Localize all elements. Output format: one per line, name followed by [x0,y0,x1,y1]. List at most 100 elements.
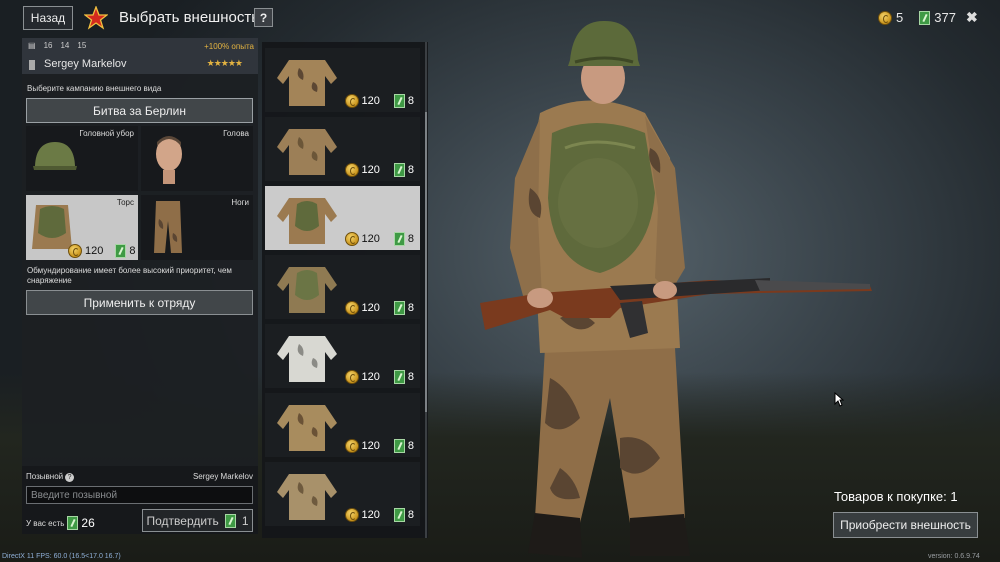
legs-icon [154,201,182,253]
price-gold: 120 [85,245,104,257]
apply-to-squad-button[interactable]: Применить к отряду [26,290,253,315]
price-tickets: 8 [407,302,414,314]
uniform-icon [277,474,337,520]
stat-3: 15 [77,41,87,50]
stat-2: 14 [60,41,70,50]
back-button[interactable]: Назад [23,6,73,30]
price-tickets: 8 [407,233,414,245]
price-tickets: 8 [129,245,136,257]
uniform-item[interactable]: 120 8 [265,393,420,457]
price-gold: 120 [361,233,380,245]
red-star-icon [84,6,108,30]
price-gold: 120 [361,440,380,452]
gold-coin-icon [344,163,359,177]
close-button[interactable]: ✖ [966,9,978,26]
xp-bonus: +100% опыта [204,42,254,51]
slot-label: Ноги [231,198,249,207]
uniform-item[interactable]: 120 8 [265,186,420,250]
ticket-icon [919,10,931,25]
callsign-panel: Позывной? Sergey Markelov У вас есть 26 … [22,466,258,534]
price-gold: 120 [361,509,380,521]
gold-coin-icon [68,244,82,258]
soldier-name: Sergey Markelov [44,58,127,70]
ticket-icon [393,232,405,246]
help-button[interactable]: ? [254,8,273,27]
item-price: 120 8 [344,232,414,246]
gold-coin-icon [344,232,359,246]
price-gold: 120 [361,302,380,314]
version-label: version: 0.6.9.74 [928,553,980,560]
items-to-purchase: Товаров к покупке: 1 [834,489,958,504]
callsign-current-name: Sergey Markelov [192,472,253,481]
confirm-label: Подтвердить [146,513,219,528]
ticket-icon [393,370,405,384]
item-price: 120 8 [344,370,414,384]
soldier-stats: ▤ 16 14 15 [28,41,86,50]
mouse-cursor-icon [834,392,844,407]
uniform-item[interactable]: 120 8 [265,324,420,388]
price-gold: 120 [361,371,380,383]
confirm-callsign-button[interactable]: Подтвердить 1 [142,509,253,532]
rank-icon [29,60,35,70]
callsign-balance: У вас есть 26 [26,516,95,530]
stat-1: 16 [43,41,53,50]
uniform-item[interactable]: 120 8 [265,462,420,526]
gold-coin-icon [344,439,359,453]
campaign-select[interactable]: Битва за Берлин [26,98,253,123]
info-icon[interactable]: ? [65,473,75,482]
item-price: 120 8 [344,94,414,108]
appearance-list: 120 8 120 8 120 8 120 8 120 8 120 8 120 8 [262,42,428,538]
price-gold: 120 [361,164,380,176]
ticket-icon [393,94,405,108]
price-tickets: 8 [407,440,414,452]
uniform-icon [277,267,337,313]
ticket-icon [224,513,236,528]
priority-warning: Обмундирование имеет более высокий приор… [27,266,232,285]
item-price: 120 8 [344,301,414,315]
gold-coin-icon [878,10,892,25]
uniform-icon [277,198,337,244]
callsign-label: Позывной? [26,472,75,482]
soldier-profile: ▤ 16 14 15 +100% опыта Sergey Markelov ★… [22,38,258,74]
item-price: 120 8 [344,163,414,177]
gold-coin-icon [344,94,359,108]
soldier-character-preview[interactable] [470,18,890,562]
torso-price: 120 8 [68,244,135,258]
have-value: 26 [81,516,95,530]
top-bar: Назад Выбрать внешность ? 5 377 ✖ [0,0,1000,36]
ticket-icon [393,439,405,453]
slot-label: Торс [116,198,134,207]
page-title: Выбрать внешность [119,9,260,26]
uniform-item[interactable]: 120 8 [265,117,420,181]
price-tickets: 8 [407,95,414,107]
helmet-icon [33,142,77,170]
stat-icon: ▤ [28,41,36,50]
item-price: 120 8 [344,508,414,522]
ticket-icon [393,508,405,522]
uniform-item[interactable]: 120 8 [265,48,420,112]
fps-counter: DirectX 11 FPS: 60.0 (16.5<17.0 16.7) [2,553,121,560]
scrollbar-thumb[interactable] [425,112,427,412]
uniform-icon [277,336,337,382]
campaign-label: Выберите кампанию внешнего вида [27,84,162,93]
ticket-icon [115,244,127,258]
price-tickets: 8 [407,371,414,383]
callsign-input[interactable] [26,486,253,504]
slot-helmet[interactable]: Головной убор [26,126,138,191]
gold-amount: 5 [896,10,904,25]
rating-stars: ★★★★★ [206,58,243,68]
gold-coin-icon [344,508,359,522]
price-tickets: 8 [407,164,414,176]
price-gold: 120 [361,95,380,107]
uniform-icon [277,129,337,175]
slot-torso[interactable]: Торс 120 8 [26,195,138,260]
buy-appearance-button[interactable]: Приобрести внешность [833,512,978,538]
confirm-cost: 1 [241,513,249,528]
slot-label: Головной убор [79,129,134,138]
slot-label: Голова [223,129,249,138]
uniform-item[interactable]: 120 8 [265,255,420,319]
slot-head[interactable]: Голова [141,126,253,191]
gold-coin-icon [344,370,359,384]
slot-legs[interactable]: Ноги [141,195,253,260]
currency-display: 5 377 [878,10,956,25]
